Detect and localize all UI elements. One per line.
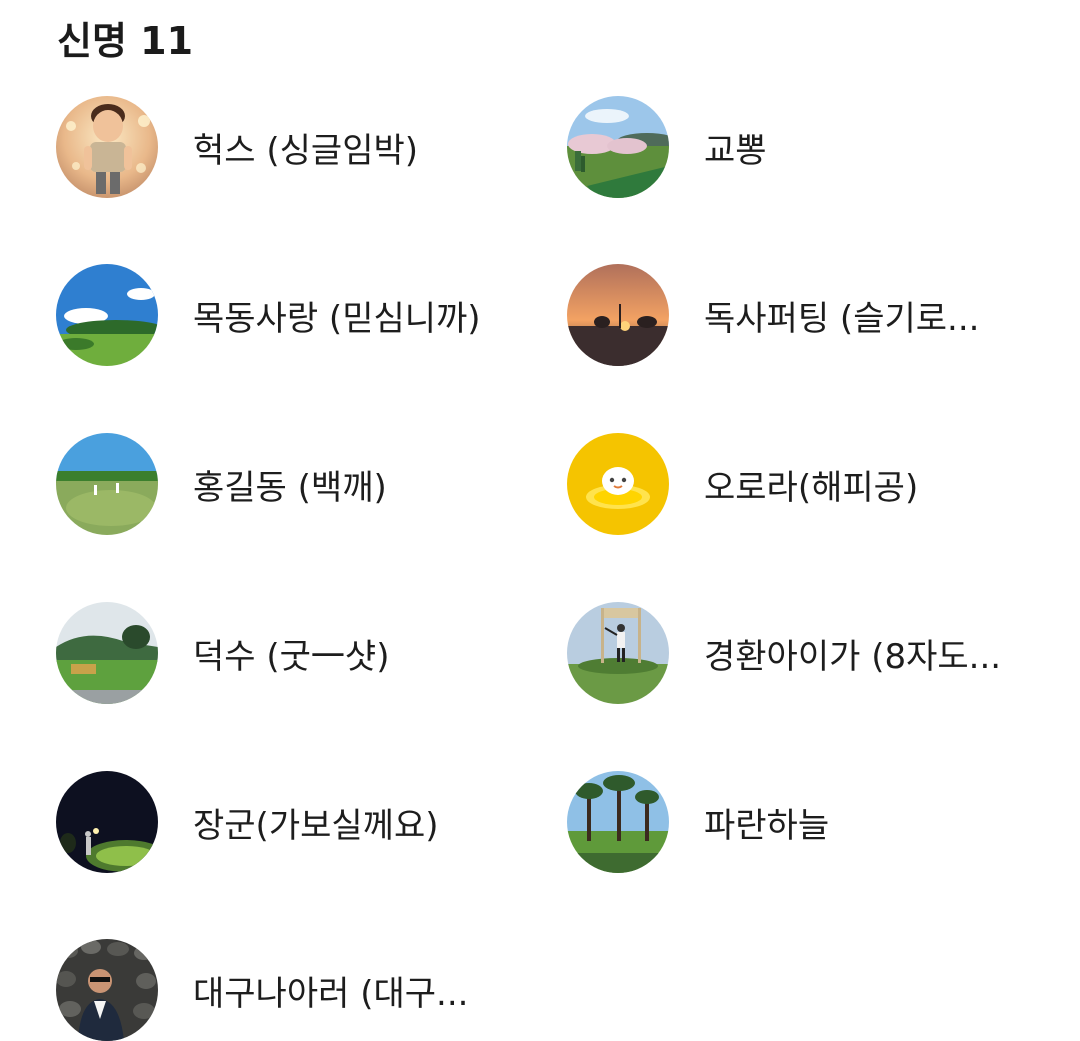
- hillside-golf-course-avatar: [56, 602, 158, 704]
- night-golf-avatar: [56, 771, 158, 873]
- member-grid: 헉스 (싱글임박) 교뽕 목동사랑 (믿심니까) 독사퍼팅 (슬기로... 홍길…: [0, 0, 1080, 1041]
- blue-sky-golf-course-avatar: [56, 264, 158, 366]
- member-name: 경환아이가 (8자도...: [704, 636, 1002, 677]
- member-name: 덕수 (굿一샷): [193, 636, 390, 677]
- member-name: 홍길동 (백깨): [193, 467, 387, 508]
- member-name: 장군(가보실께요): [193, 805, 439, 846]
- member-item[interactable]: 경환아이가 (8자도...: [567, 601, 1001, 705]
- member-item[interactable]: 덕수 (굿一샷): [56, 601, 389, 705]
- member-name: 오로라(해피공): [704, 467, 919, 508]
- member-item[interactable]: 헉스 (싱글임박): [56, 95, 418, 199]
- yellow-character-avatar: [567, 433, 669, 535]
- member-item[interactable]: 오로라(해피공): [567, 432, 918, 536]
- member-item[interactable]: 파란하늘: [567, 770, 829, 874]
- golf-fairway-avatar: [56, 433, 158, 535]
- member-name: 대구나아러 (대구...: [193, 973, 469, 1014]
- cartoon-boy-avatar: [56, 96, 158, 198]
- cherry-blossom-driving-range-avatar: [567, 96, 669, 198]
- member-name: 파란하늘: [704, 805, 830, 846]
- member-list-page: 신명 11 헉스 (싱글임박) 교뽕 목동사랑 (믿심니까) 독사퍼팅 (슬기로…: [0, 0, 1080, 1041]
- sunset-avatar: [567, 264, 669, 366]
- person-posing-sign-avatar: [567, 602, 669, 704]
- member-item[interactable]: 독사퍼팅 (슬기로...: [567, 263, 979, 367]
- member-item[interactable]: 장군(가보실께요): [56, 770, 439, 874]
- member-name: 헉스 (싱글임박): [193, 130, 419, 171]
- member-name: 목동사랑 (믿심니까): [193, 298, 481, 339]
- member-item[interactable]: 목동사랑 (믿심니까): [56, 263, 481, 367]
- member-item[interactable]: 대구나아러 (대구...: [56, 938, 468, 1041]
- member-item[interactable]: 홍길동 (백깨): [56, 432, 387, 536]
- pine-trees-course-avatar: [567, 771, 669, 873]
- man-stone-wall-avatar: [56, 939, 158, 1041]
- member-name: 독사퍼팅 (슬기로...: [704, 298, 980, 339]
- member-item[interactable]: 교뽕: [567, 95, 767, 199]
- member-name: 교뽕: [704, 130, 767, 171]
